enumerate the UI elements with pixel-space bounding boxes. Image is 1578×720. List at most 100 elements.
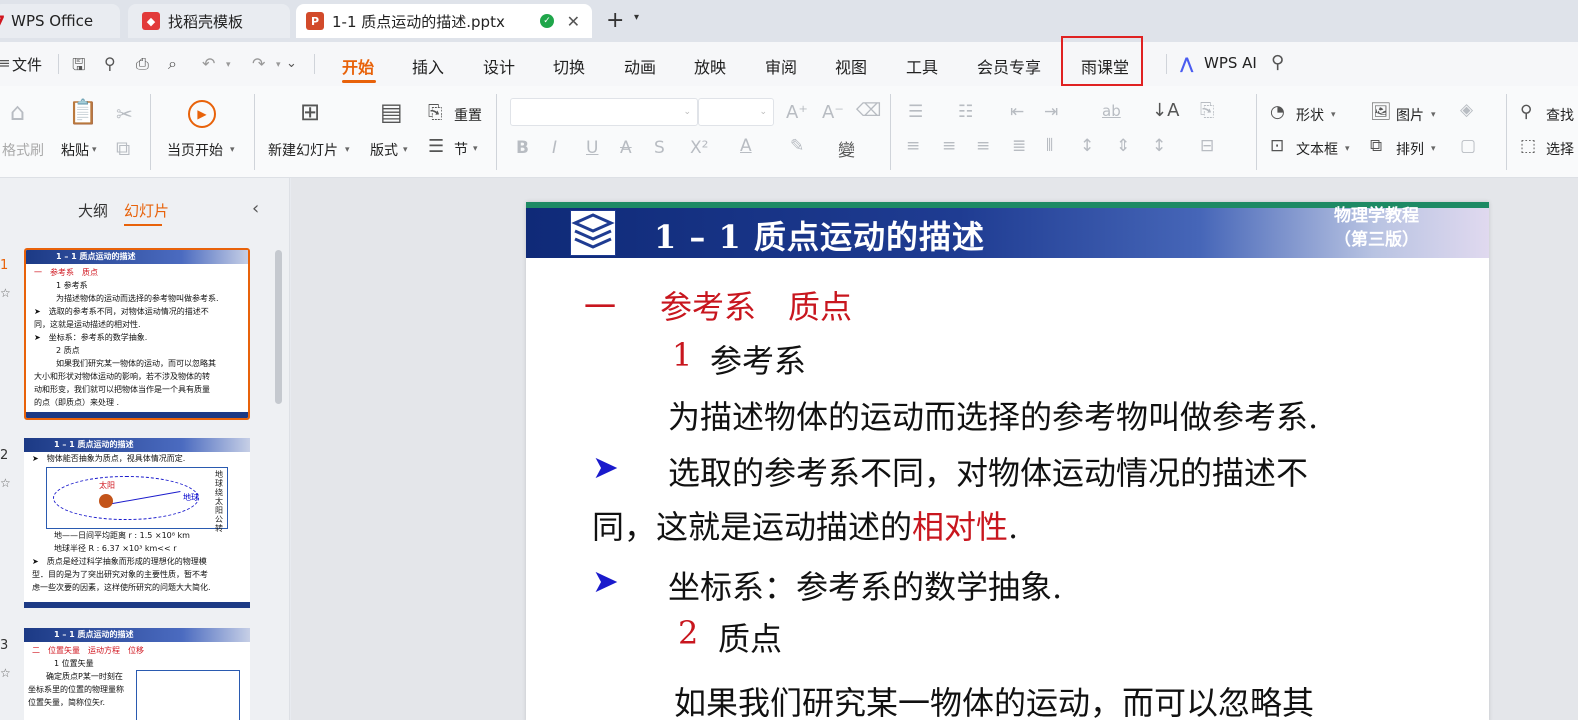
increase-indent-icon[interactable]: ⇥ bbox=[1044, 102, 1058, 122]
fill-icon[interactable]: ◈ bbox=[1460, 100, 1473, 120]
menu-transition[interactable]: 切换 bbox=[553, 54, 585, 78]
undo-icon[interactable]: ↶ bbox=[202, 54, 215, 73]
paste-dropdown-icon[interactable]: ▾ bbox=[89, 140, 97, 156]
menu-file[interactable]: 文件 bbox=[12, 54, 42, 75]
copy-icon[interactable]: ⧉ bbox=[116, 136, 130, 160]
menu-member[interactable]: 会员专享 bbox=[977, 54, 1041, 78]
layout-button[interactable]: 版式 bbox=[370, 140, 398, 160]
strikethrough-icon[interactable]: A bbox=[620, 138, 632, 158]
menu-wps-ai[interactable]: WPS AI bbox=[1204, 54, 1257, 72]
font-size-select[interactable]: ⌄ bbox=[698, 98, 774, 126]
text-align-icon[interactable]: ⊟ bbox=[1200, 136, 1214, 156]
print-preview-icon[interactable]: ⌕ bbox=[168, 54, 177, 74]
collapse-panel-icon[interactable]: ‹ bbox=[252, 198, 259, 219]
convert-smartart-icon[interactable]: ⎘ bbox=[1200, 100, 1214, 121]
textbox-dropdown-icon[interactable]: ▾ bbox=[1342, 139, 1350, 155]
new-slide-button[interactable]: 新建幻灯片 bbox=[268, 140, 338, 160]
phonetic-icon[interactable]: 變 bbox=[838, 136, 855, 161]
layout-dropdown-icon[interactable]: ▾ bbox=[400, 140, 408, 156]
shape-button[interactable]: 形状 bbox=[1296, 105, 1324, 125]
menu-icon[interactable]: ≡ bbox=[0, 54, 11, 72]
wps-ai-icon[interactable]: ⋀ bbox=[1180, 54, 1193, 73]
section-icon[interactable]: ☰ bbox=[428, 136, 444, 157]
section-dropdown-icon[interactable]: ▾ bbox=[470, 139, 478, 155]
sort-text-icon[interactable]: ↓A bbox=[1152, 100, 1179, 121]
new-tab-icon[interactable]: + bbox=[606, 8, 624, 33]
reset-button[interactable]: 重置 bbox=[454, 105, 482, 125]
slide-thumbnail-3[interactable]: 1 – 1 质点运动的描述 二 位置矢量 运动方程 位移 1 位置矢量 确定质点… bbox=[24, 628, 250, 720]
play-from-current-button[interactable]: 当页开始 bbox=[167, 140, 223, 160]
select-icon[interactable]: ⬚ bbox=[1520, 136, 1536, 156]
cut-icon[interactable]: ✂ bbox=[116, 102, 133, 126]
star-icon[interactable]: ☆ bbox=[0, 666, 11, 680]
undo-dropdown-icon[interactable]: ▾ bbox=[226, 60, 231, 70]
column-spacing-icon[interactable]: ↕ bbox=[1152, 136, 1166, 156]
select-button[interactable]: 选择 bbox=[1546, 139, 1574, 159]
tab-document[interactable]: P 1-1 质点运动的描述.pptx ✓ ✕ bbox=[296, 4, 592, 38]
format-painter-button[interactable]: 格式刷 bbox=[2, 140, 44, 160]
menu-review[interactable]: 审阅 bbox=[765, 54, 797, 78]
section-button[interactable]: 节 bbox=[454, 139, 468, 159]
play-icon[interactable]: ▶ bbox=[188, 100, 216, 128]
increase-font-icon[interactable]: A⁺ bbox=[786, 102, 808, 123]
underline-icon[interactable]: U bbox=[586, 138, 598, 158]
slide-thumbnail-2[interactable]: 1 – 1 质点运动的描述 ➤ 物体能否抽象为质点，视具体情况而定. 太阳 地球… bbox=[24, 438, 250, 608]
search-icon[interactable]: ⚲ bbox=[1271, 52, 1284, 73]
align-left-icon[interactable]: ≡ bbox=[906, 136, 920, 156]
shadow-text-icon[interactable]: S bbox=[654, 138, 665, 158]
arrange-dropdown-icon[interactable]: ▾ bbox=[1428, 139, 1436, 155]
menu-view[interactable]: 视图 bbox=[835, 54, 867, 78]
decrease-indent-icon[interactable]: ⇤ bbox=[1010, 102, 1024, 122]
distributed-icon[interactable]: ⫴ bbox=[1046, 136, 1053, 156]
menu-insert[interactable]: 插入 bbox=[412, 54, 444, 78]
redo-icon[interactable]: ↷ bbox=[252, 54, 265, 73]
align-right-icon[interactable]: ≡ bbox=[976, 136, 990, 156]
bold-icon[interactable]: B bbox=[516, 138, 529, 158]
bullet-list-icon[interactable]: ☰ bbox=[908, 102, 923, 122]
tab-wps-office[interactable]: 7 WPS Office bbox=[0, 4, 120, 38]
paste-icon[interactable]: 📋 bbox=[68, 98, 98, 126]
outline-icon[interactable]: ▢ bbox=[1460, 136, 1476, 156]
print-icon[interactable]: ⎙ bbox=[136, 54, 149, 74]
new-slide-dropdown-icon[interactable]: ▾ bbox=[342, 140, 350, 156]
picture-dropdown-icon[interactable]: ▾ bbox=[1428, 105, 1436, 121]
find-button[interactable]: 查找 bbox=[1546, 105, 1574, 125]
layout-icon[interactable]: ▤ bbox=[380, 98, 403, 126]
tab-docer[interactable]: ◆ 找稻壳模板 bbox=[128, 4, 290, 38]
line-spacing-icon[interactable]: ↕ bbox=[1080, 136, 1094, 156]
star-icon[interactable]: ☆ bbox=[0, 286, 11, 300]
textbox-button[interactable]: 文本框 bbox=[1296, 139, 1338, 159]
menu-slideshow[interactable]: 放映 bbox=[694, 54, 726, 78]
close-tab-icon[interactable]: ✕ bbox=[567, 12, 580, 31]
tab-outline[interactable]: 大纲 bbox=[78, 200, 108, 221]
shape-icon[interactable]: ◔ bbox=[1270, 102, 1285, 122]
play-dropdown-icon[interactable]: ▾ bbox=[227, 140, 235, 156]
italic-icon[interactable]: I bbox=[552, 138, 557, 158]
arrange-button[interactable]: 排列 bbox=[1396, 139, 1424, 159]
align-center-icon[interactable]: ≡ bbox=[942, 136, 956, 156]
star-icon[interactable]: ☆ bbox=[0, 476, 11, 490]
decrease-font-icon[interactable]: A⁻ bbox=[822, 102, 844, 123]
shape-dropdown-icon[interactable]: ▾ bbox=[1328, 105, 1336, 121]
textbox-icon[interactable]: ⊡ bbox=[1270, 136, 1284, 156]
find-icon[interactable]: ⚲ bbox=[1520, 102, 1532, 122]
highlight-color-icon[interactable]: ✎ bbox=[790, 136, 804, 156]
chevron-down-icon[interactable]: ▾ bbox=[634, 12, 639, 23]
font-color-icon[interactable]: A bbox=[740, 136, 752, 156]
superscript-icon[interactable]: X² bbox=[690, 138, 708, 158]
text-direction-icon[interactable]: ab bbox=[1102, 102, 1121, 120]
clear-format-icon[interactable]: ⌫ bbox=[856, 100, 881, 121]
menu-tools[interactable]: 工具 bbox=[906, 54, 938, 78]
paste-button[interactable]: 粘贴 bbox=[61, 140, 89, 160]
share-icon[interactable]: ⚲ bbox=[104, 54, 116, 73]
menu-design[interactable]: 设计 bbox=[483, 54, 515, 78]
slide-thumbnail-1[interactable]: 1 – 1 质点运动的描述 一 参考系 质点 1 参考系 为描述物体的运动而选择… bbox=[24, 248, 250, 420]
paragraph-spacing-icon[interactable]: ⇕ bbox=[1116, 136, 1130, 156]
current-slide[interactable]: 1 – 1 质点运动的描述 物理学教程 （第三版） 一 参考系 质点 1 参考系… bbox=[526, 202, 1489, 720]
justify-icon[interactable]: ≣ bbox=[1012, 136, 1026, 156]
panel-scrollbar[interactable] bbox=[275, 250, 282, 404]
more-chevron-icon[interactable]: ⌄ bbox=[286, 56, 297, 71]
save-icon[interactable]: 🖫 bbox=[72, 54, 86, 81]
menu-animation[interactable]: 动画 bbox=[624, 54, 656, 78]
arrange-icon[interactable]: ⧉ bbox=[1370, 136, 1382, 156]
